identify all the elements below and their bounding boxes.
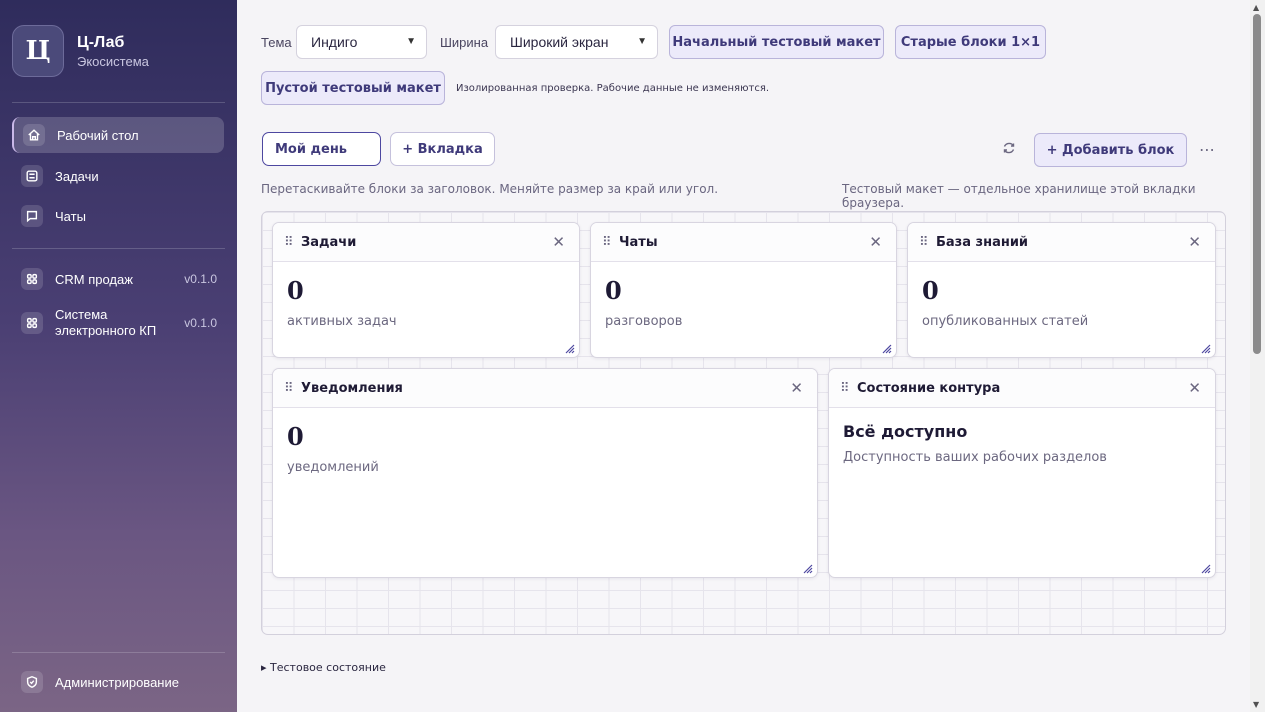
card-subtitle: Доступность ваших рабочих разделов xyxy=(843,450,1107,465)
sidebar-item-tasks[interactable]: Задачи xyxy=(12,158,224,194)
close-icon[interactable]: ✕ xyxy=(1188,379,1201,397)
dashboard-grid: ⠿ Задачи ✕ 0 активных задач ⠿ Чаты ✕ 0 р… xyxy=(261,211,1226,635)
card-subtitle: уведомлений xyxy=(287,460,379,475)
brand-logo: Ц xyxy=(12,25,64,77)
card-header[interactable]: ⠿ Состояние контура ✕ xyxy=(829,369,1215,408)
card-header[interactable]: ⠿ База знаний ✕ xyxy=(908,223,1215,262)
tab-my-day[interactable]: Мой день xyxy=(262,132,381,166)
card-subtitle: разговоров xyxy=(605,314,683,329)
drag-handle-icon[interactable]: ⠿ xyxy=(919,236,929,249)
card-value: 0 xyxy=(922,276,939,305)
chat-icon xyxy=(21,205,43,227)
resize-handle-icon[interactable] xyxy=(565,344,575,354)
isolation-note: Изолированная проверка. Рабочие данные н… xyxy=(456,83,770,94)
card-value: Всё доступно xyxy=(843,422,968,441)
chats-card: ⠿ Чаты ✕ 0 разговоров xyxy=(590,222,897,358)
main-area: Тема Индиго ▼ Ширина Широкий экран ▼ Нач… xyxy=(237,0,1250,712)
sidebar-item-label: Рабочий стол xyxy=(57,127,139,143)
sidebar-item-label: Администрирование xyxy=(55,674,179,690)
status-card: ⠿ Состояние контура ✕ Всё доступно Досту… xyxy=(828,368,1216,578)
sidebar-item-admin[interactable]: Администрирование xyxy=(12,664,224,700)
old-blocks-button[interactable]: Старые блоки 1×1 xyxy=(895,25,1046,59)
drag-hint: Перетаскивайте блоки за заголовок. Меняй… xyxy=(261,182,719,196)
drag-handle-icon[interactable]: ⠿ xyxy=(284,236,294,249)
resize-handle-icon[interactable] xyxy=(1201,344,1211,354)
sidebar-item-crm[interactable]: CRM продаж v0.1.0 xyxy=(12,261,224,297)
sidebar-divider xyxy=(12,652,225,653)
sidebar-item-chats[interactable]: Чаты xyxy=(12,198,224,234)
width-select-value: Широкий экран xyxy=(510,34,609,50)
card-title: Уведомления xyxy=(301,380,403,396)
card-value: 0 xyxy=(287,276,304,305)
width-label: Ширина xyxy=(440,35,489,50)
scroll-down-icon[interactable]: ▼ xyxy=(1253,700,1259,709)
add-block-button[interactable]: + Добавить блок xyxy=(1034,133,1187,167)
sidebar-item-label: Чаты xyxy=(55,208,86,224)
brand-name: Ц-Лаб xyxy=(77,33,125,51)
refresh-icon[interactable] xyxy=(1001,140,1017,160)
apps-grid-icon xyxy=(21,268,43,290)
initial-layout-button[interactable]: Начальный тестовый макет xyxy=(669,25,884,59)
sidebar-divider xyxy=(12,248,225,249)
add-tab-button[interactable]: + Вкладка xyxy=(390,132,495,166)
theme-select[interactable]: Индиго ▼ xyxy=(296,25,427,59)
close-icon[interactable]: ✕ xyxy=(552,233,565,251)
card-title: Состояние контура xyxy=(857,380,1001,396)
scrollbar-thumb[interactable] xyxy=(1253,14,1261,354)
drag-handle-icon[interactable]: ⠿ xyxy=(284,382,294,395)
storage-hint: Тестовый макет — отдельное хранилище это… xyxy=(842,182,1196,210)
card-header[interactable]: ⠿ Уведомления ✕ xyxy=(273,369,817,408)
apps-grid-icon xyxy=(21,312,43,334)
empty-layout-button[interactable]: Пустой тестовый макет xyxy=(261,71,445,105)
card-header[interactable]: ⠿ Чаты ✕ xyxy=(591,223,896,262)
sidebar-item-label: CRM продаж xyxy=(55,271,133,287)
card-title: Задачи xyxy=(301,234,357,250)
sidebar-item-kp[interactable]: Система электронного КП v0.1.0 xyxy=(12,302,224,344)
sidebar-divider xyxy=(12,102,225,103)
card-subtitle: опубликованных статей xyxy=(922,314,1089,329)
drag-handle-icon[interactable]: ⠿ xyxy=(602,236,612,249)
tasks-icon xyxy=(21,165,43,187)
resize-handle-icon[interactable] xyxy=(1201,564,1211,574)
page-scrollbar[interactable]: ▲ ▼ xyxy=(1250,0,1265,712)
sidebar: Ц Ц-Лаб Экосистема Рабочий стол Задачи Ч… xyxy=(0,0,237,712)
notifications-card: ⠿ Уведомления ✕ 0 уведомлений xyxy=(272,368,818,578)
brand[interactable]: Ц Ц-Лаб Экосистема xyxy=(12,25,149,77)
chevron-down-icon: ▼ xyxy=(406,36,416,47)
card-subtitle: активных задач xyxy=(287,314,397,329)
knowledge-base-card: ⠿ База знаний ✕ 0 опубликованных статей xyxy=(907,222,1216,358)
card-title: Чаты xyxy=(619,234,658,250)
card-title: База знаний xyxy=(936,234,1029,250)
version-badge: v0.1.0 xyxy=(184,316,217,330)
shield-icon xyxy=(21,671,43,693)
theme-label: Тема xyxy=(261,35,292,50)
version-badge: v0.1.0 xyxy=(184,272,217,286)
test-state-disclosure[interactable]: ▸ Тестовое состояние xyxy=(261,661,386,674)
card-value: 0 xyxy=(287,422,304,451)
theme-select-value: Индиго xyxy=(311,34,358,50)
sidebar-item-label: Система электронного КП xyxy=(55,307,157,338)
chevron-down-icon: ▼ xyxy=(637,36,647,47)
drag-handle-icon[interactable]: ⠿ xyxy=(840,382,850,395)
sidebar-item-desktop[interactable]: Рабочий стол xyxy=(12,117,224,153)
home-icon xyxy=(23,124,45,146)
card-value: 0 xyxy=(605,276,622,305)
tasks-card: ⠿ Задачи ✕ 0 активных задач xyxy=(272,222,580,358)
close-icon[interactable]: ✕ xyxy=(1188,233,1201,251)
close-icon[interactable]: ✕ xyxy=(869,233,882,251)
brand-subtitle: Экосистема xyxy=(77,53,149,69)
more-options-icon[interactable]: ⋯ xyxy=(1199,140,1215,159)
close-icon[interactable]: ✕ xyxy=(790,379,803,397)
card-header[interactable]: ⠿ Задачи ✕ xyxy=(273,223,579,262)
resize-handle-icon[interactable] xyxy=(803,564,813,574)
sidebar-item-label: Задачи xyxy=(55,168,99,184)
width-select[interactable]: Широкий экран ▼ xyxy=(495,25,658,59)
resize-handle-icon[interactable] xyxy=(882,344,892,354)
scroll-up-icon[interactable]: ▲ xyxy=(1253,3,1259,12)
